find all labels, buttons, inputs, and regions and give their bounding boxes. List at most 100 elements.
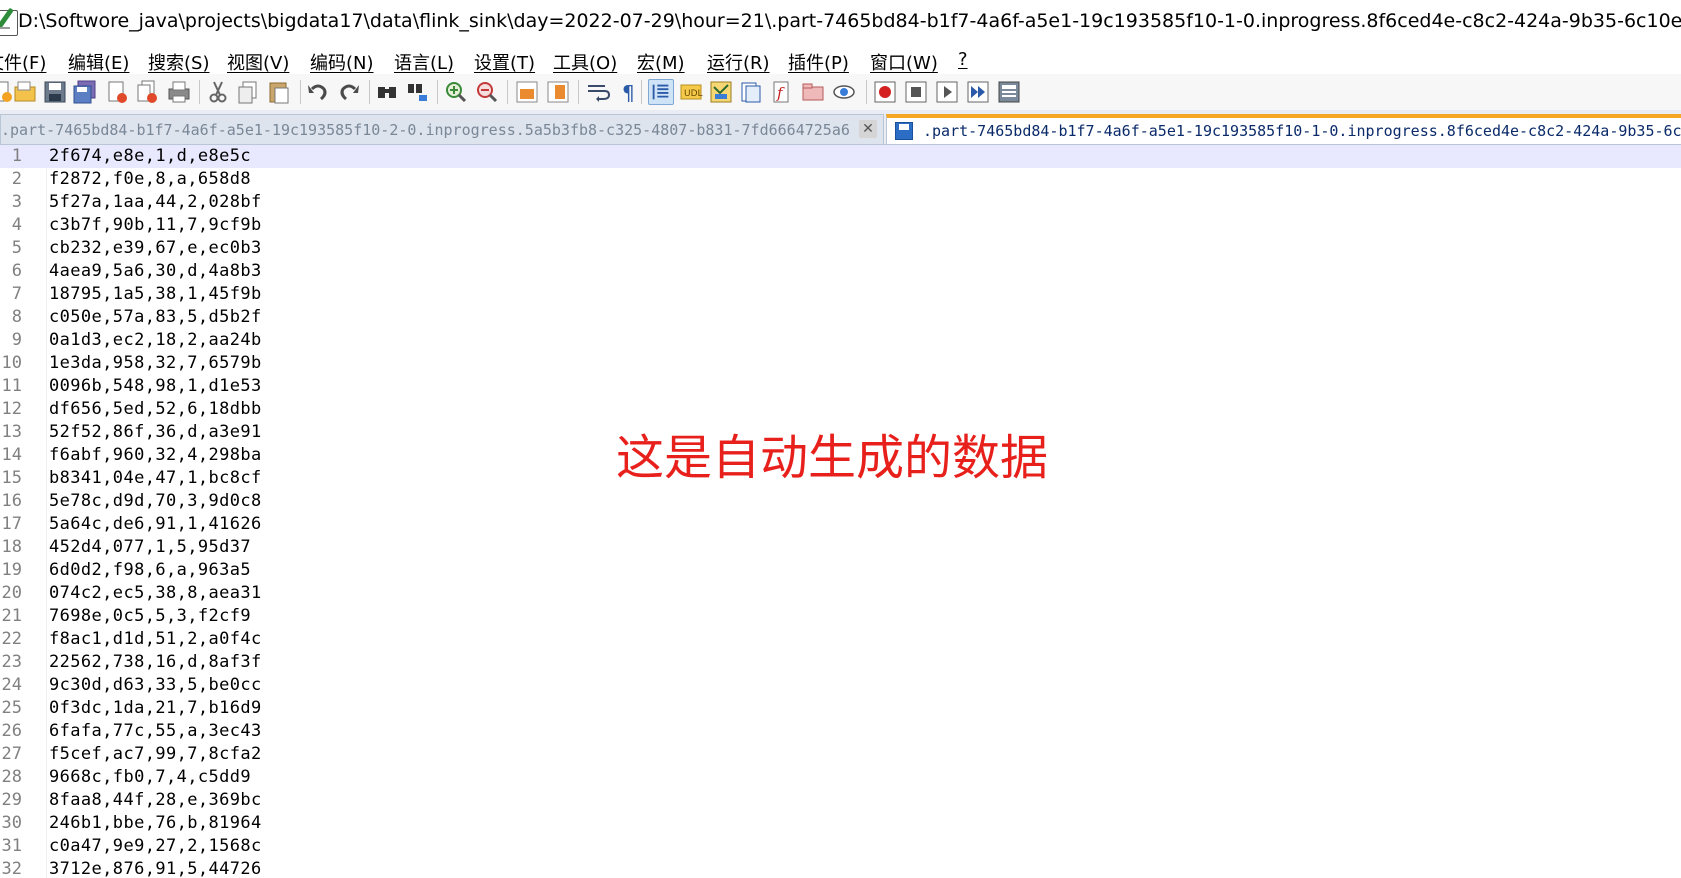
line-number: 5	[11, 238, 22, 258]
annotation-text: 这是自动生成的数据	[616, 430, 1049, 486]
editor-line[interactable]: 31 c0a47,9e9,27,2,1568c	[0, 835, 1681, 858]
tab-file-2[interactable]: .part-7465bd84-b1f7-4a6f-a5e1-19c193585f…	[0, 114, 884, 144]
editor-line[interactable]: 10 1e3da,958,32,7,6579b	[0, 352, 1681, 375]
line-text: 5a64c,de6,91,1,41626	[49, 514, 262, 534]
cut-icon[interactable]	[205, 79, 231, 105]
folder-workspace-icon[interactable]: f	[769, 79, 795, 105]
zoom-in-icon[interactable]	[443, 79, 469, 105]
menu-edit[interactable]: 编辑(E)	[68, 49, 129, 75]
line-text: f2872,f0e,8,a,658d8	[49, 169, 252, 189]
toolbar-separator	[199, 80, 200, 104]
editor-line[interactable]: 9 0a1d3,ec2,18,2,aa24b	[0, 329, 1681, 352]
monitor-icon[interactable]	[831, 79, 857, 105]
editor-line[interactable]: 27 f5cef,ac7,99,7,8cfa2	[0, 743, 1681, 766]
menu-view[interactable]: 视图(V)	[227, 49, 289, 75]
line-text: df656,5ed,52,6,18dbb	[49, 399, 262, 419]
line-number: 3	[11, 192, 22, 212]
line-text: 0f3dc,1da,21,7,b16d9	[49, 698, 262, 718]
stop-record-icon[interactable]	[903, 79, 929, 105]
editor-line[interactable]: 23 22562,738,16,d,8af3f	[0, 651, 1681, 674]
copy-icon[interactable]	[235, 79, 261, 105]
line-number: 20	[1, 583, 22, 603]
editor-line[interactable]: 26 6fafa,77c,55,a,3ec43	[0, 720, 1681, 743]
sync-vertical-icon[interactable]	[514, 79, 540, 105]
save-macro-icon[interactable]	[996, 79, 1022, 105]
line-number: 26	[1, 721, 22, 741]
zoom-out-icon[interactable]	[474, 79, 500, 105]
line-text: f8ac1,d1d,51,2,a0f4c	[49, 629, 262, 649]
menu-search[interactable]: 搜索(S)	[148, 49, 209, 75]
menu-settings[interactable]: 设置(T)	[474, 49, 535, 75]
menu-file[interactable]: 文件(F)	[0, 49, 46, 75]
tab-bar: .part-7465bd84-b1f7-4a6f-a5e1-19c193585f…	[0, 110, 1681, 145]
word-wrap-icon[interactable]	[585, 79, 611, 105]
editor-line[interactable]: 17 5a64c,de6,91,1,41626	[0, 513, 1681, 536]
menu-macro[interactable]: 宏(M)	[637, 49, 685, 75]
paste-icon[interactable]	[266, 79, 292, 105]
close-all-icon[interactable]	[134, 79, 160, 105]
sync-horizontal-icon[interactable]	[545, 79, 571, 105]
close-icon[interactable]	[104, 79, 130, 105]
editor-line[interactable]: 8 c050e,57a,83,5,d5b2f	[0, 306, 1681, 329]
function-list-icon[interactable]	[738, 79, 764, 105]
editor-line[interactable]: 22 f8ac1,d1d,51,2,a0f4c	[0, 628, 1681, 651]
editor-line[interactable]: 6 4aea9,5a6,30,d,4a8b3	[0, 260, 1681, 283]
show-all-chars-icon[interactable]: ¶	[614, 79, 640, 105]
editor-line[interactable]: 25 0f3dc,1da,21,7,b16d9	[0, 697, 1681, 720]
record-macro-icon[interactable]	[872, 79, 898, 105]
redo-icon[interactable]	[336, 79, 362, 105]
tab-close-icon[interactable]: ✕	[859, 120, 877, 138]
menu-window[interactable]: 窗口(W)	[870, 49, 938, 75]
open-file-icon[interactable]	[12, 79, 38, 105]
editor-line[interactable]: 20 074c2,ec5,38,8,aea31	[0, 582, 1681, 605]
line-number: 13	[1, 422, 22, 442]
editor-line[interactable]: 4 c3b7f,90b,11,7,9cf9b	[0, 214, 1681, 237]
editor-line[interactable]: 1 2f674,e8e,1,d,e8e5c	[0, 145, 1681, 168]
editor-line[interactable]: 29 8faa8,44f,28,e,369bc	[0, 789, 1681, 812]
editor-line[interactable]: 3 5f27a,1aa,44,2,028bf	[0, 191, 1681, 214]
editor-line[interactable]: 11 0096b,548,98,1,d1e53	[0, 375, 1681, 398]
user-language-icon[interactable]: UDL	[678, 79, 704, 105]
editor-line[interactable]: 16 5e78c,d9d,70,3,9d0c8	[0, 490, 1681, 513]
editor-line[interactable]: 2 f2872,f0e,8,a,658d8	[0, 168, 1681, 191]
menu-tools[interactable]: 工具(O)	[553, 49, 617, 75]
find-icon[interactable]	[374, 79, 400, 105]
menu-help[interactable]: ?	[958, 49, 968, 70]
doc-switcher-icon[interactable]	[800, 79, 826, 105]
run-macro-multiple-icon[interactable]	[965, 79, 991, 105]
toolbar-separator	[641, 80, 642, 104]
save-all-icon[interactable]	[72, 79, 98, 105]
undo-icon[interactable]	[305, 79, 331, 105]
doc-map-icon[interactable]	[708, 79, 734, 105]
editor-line[interactable]: 28 9668c,fb0,7,4,c5dd9	[0, 766, 1681, 789]
editor-line[interactable]: 7 18795,1a5,38,1,45f9b	[0, 283, 1681, 306]
editor-line[interactable]: 32 3712e,876,91,5,44726	[0, 858, 1681, 878]
play-macro-icon[interactable]	[934, 79, 960, 105]
editor-line[interactable]: 24 9c30d,d63,33,5,be0cc	[0, 674, 1681, 697]
menu-language[interactable]: 语言(L)	[394, 49, 454, 75]
menu-encoding[interactable]: 编码(N)	[310, 49, 374, 75]
svg-text:UDL: UDL	[684, 89, 703, 99]
editor-line[interactable]: 21 7698e,0c5,5,3,f2cf9	[0, 605, 1681, 628]
editor-line[interactable]: 18 452d4,077,1,5,95d37	[0, 536, 1681, 559]
line-number: 24	[1, 675, 22, 695]
print-icon[interactable]	[166, 79, 192, 105]
toolbar-separator	[578, 80, 579, 104]
editor-line[interactable]: 19 6d0d2,f98,6,a,963a5	[0, 559, 1681, 582]
toolbar: ¶ UDL f	[0, 74, 1681, 111]
line-number: 32	[1, 859, 22, 878]
replace-icon[interactable]	[405, 79, 431, 105]
line-text: 0a1d3,ec2,18,2,aa24b	[49, 330, 262, 350]
toolbar-separator	[437, 80, 438, 104]
editor-line[interactable]: 30 246b1,bbe,76,b,81964	[0, 812, 1681, 835]
save-icon[interactable]	[42, 79, 68, 105]
indent-guide-icon[interactable]	[648, 79, 674, 105]
menu-plugins[interactable]: 插件(P)	[788, 49, 849, 75]
tab-file-1[interactable]: .part-7465bd84-b1f7-4a6f-a5e1-19c193585f…	[886, 114, 1681, 144]
save-icon	[895, 122, 913, 140]
line-text: c3b7f,90b,11,7,9cf9b	[49, 215, 262, 235]
line-text: 7698e,0c5,5,3,f2cf9	[49, 606, 252, 626]
menu-run[interactable]: 运行(R)	[707, 49, 770, 75]
text-editor[interactable]: 1 2f674,e8e,1,d,e8e5c 2 f2872,f0e,8,a,658d…	[0, 145, 1681, 878]
editor-line[interactable]: 5 cb232,e39,67,e,ec0b3	[0, 237, 1681, 260]
